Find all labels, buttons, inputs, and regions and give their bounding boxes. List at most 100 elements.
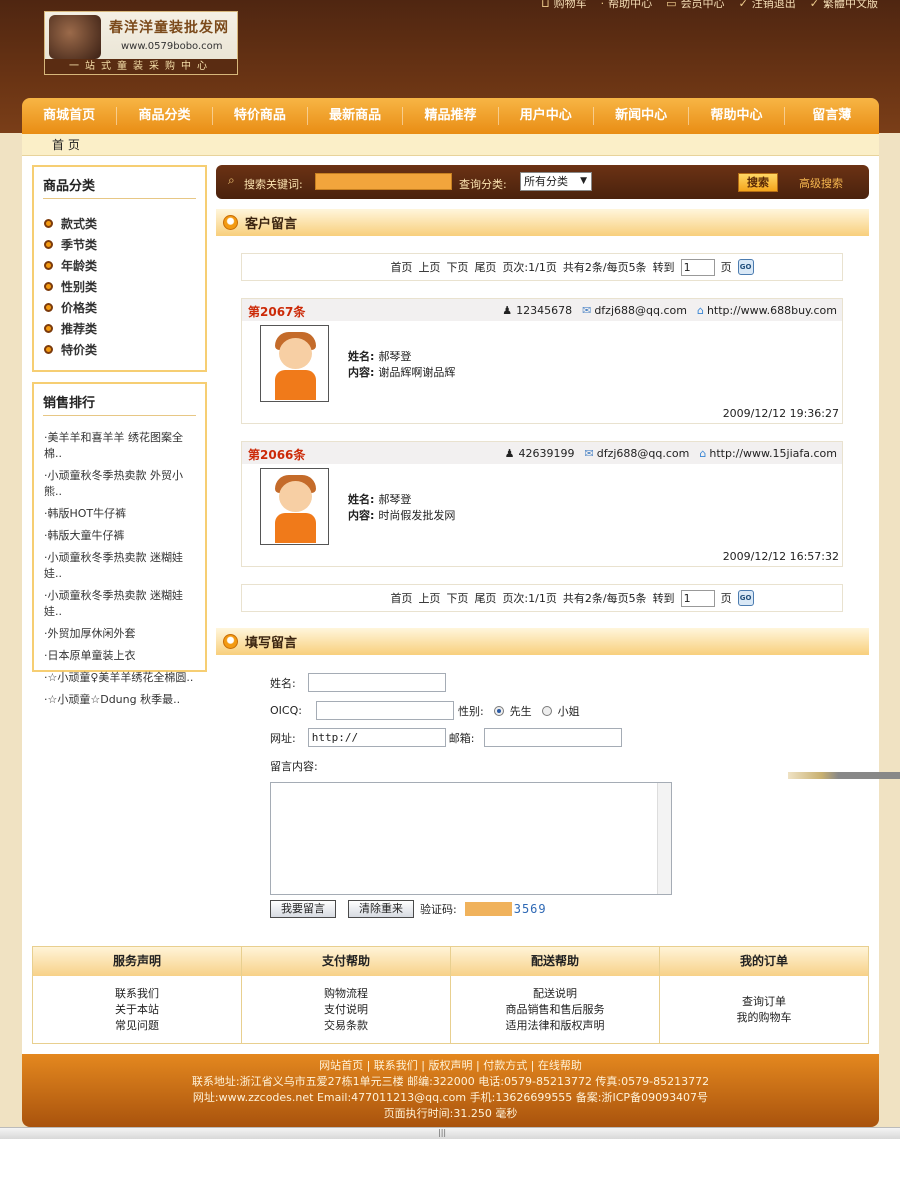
- message-site[interactable]: ⌂ http://www.688buy.com: [697, 304, 837, 317]
- ranking-item[interactable]: ·小顽童秋冬季热卖款 迷糊娃娃..: [44, 550, 199, 582]
- pager-next[interactable]: 下页: [446, 259, 468, 275]
- bullet-icon: [44, 303, 53, 312]
- category-list: 款式类 季节类 年龄类 性别类 价格类 推荐类 特价类: [34, 199, 205, 360]
- nav-user-center[interactable]: 用户中心: [499, 107, 594, 125]
- ranking-item[interactable]: ·☆小顽童♀美羊羊绣花全棉圆..: [44, 670, 199, 686]
- pager-next[interactable]: 下页: [446, 590, 468, 606]
- category-item[interactable]: 款式类: [44, 213, 205, 234]
- ranking-item[interactable]: ·☆小顽童☆Ddung 秋季最..: [44, 692, 199, 708]
- footer-link[interactable]: 支付说明: [324, 1002, 368, 1018]
- footer-column-title: 支付帮助: [242, 947, 450, 976]
- captcha-input[interactable]: [464, 902, 512, 916]
- footer-link[interactable]: 购物流程: [324, 986, 368, 1002]
- gender-female-label: 小姐: [557, 704, 580, 718]
- top-link-member[interactable]: ▭ 会员中心: [666, 0, 724, 11]
- pager-first[interactable]: 首页: [390, 590, 412, 606]
- top-link-cart[interactable]: ⊔ 购物车: [541, 0, 587, 11]
- submit-button[interactable]: 我要留言: [270, 900, 336, 918]
- message-email[interactable]: ✉ dfzj688@qq.com: [582, 304, 687, 317]
- gender-male-radio[interactable]: [493, 705, 504, 716]
- footer-column-title: 服务声明: [33, 947, 241, 976]
- top-link-logout[interactable]: ✓ 注销退出: [739, 0, 796, 11]
- nav-help[interactable]: 帮助中心: [689, 107, 785, 125]
- category-item[interactable]: 价格类: [44, 297, 205, 318]
- logo-slogan: 一站式童装采购中心: [45, 59, 237, 74]
- footer-link[interactable]: 适用法律和版权声明: [506, 1018, 605, 1034]
- category-item[interactable]: 季节类: [44, 234, 205, 255]
- footer-link[interactable]: 交易条款: [324, 1018, 368, 1034]
- nav-new[interactable]: 最新商品: [308, 107, 404, 125]
- content-textarea[interactable]: [270, 782, 672, 895]
- footer-link[interactable]: 联系我们: [115, 986, 159, 1002]
- category-item[interactable]: 推荐类: [44, 318, 205, 339]
- pager-pages: 页次:1/1页: [502, 592, 557, 605]
- message-qq[interactable]: ♟ 12345678: [502, 304, 572, 317]
- search-bar: ⌕ 搜索关键词: 查询分类: 所有分类 ▼ 搜索 高级搜索: [216, 165, 869, 199]
- ranking-item[interactable]: ·美羊羊和喜羊羊 绣花图案全棉..: [44, 430, 199, 462]
- advanced-search-link[interactable]: 高级搜索: [799, 175, 843, 191]
- penguin-icon: ♟: [502, 304, 513, 317]
- message-email[interactable]: ✉ dfzj688@qq.com: [585, 447, 690, 460]
- nav-home[interactable]: 商城首页: [22, 107, 118, 125]
- pager-last[interactable]: 尾页: [474, 259, 496, 275]
- site-input[interactable]: http://: [307, 728, 446, 747]
- ranking-item[interactable]: ·日本原单童装上衣: [44, 648, 199, 664]
- email-input[interactable]: [484, 728, 623, 747]
- footer-address: 联系地址:浙江省义乌市五爱27栋1单元三楼 邮编:322000 电话:0579-…: [191, 1075, 710, 1088]
- category-item[interactable]: 特价类: [44, 339, 205, 360]
- pager-go-button[interactable]: GO: [737, 259, 754, 275]
- message-site[interactable]: ⌂ http://www.15jiafa.com: [699, 447, 837, 460]
- ranking-item[interactable]: ·韩版大童牛仔裤: [44, 528, 199, 544]
- footer-link[interactable]: 配送说明: [533, 986, 577, 1002]
- blank-area: [0, 1139, 900, 1182]
- breadcrumb-home[interactable]: 首 页: [52, 138, 80, 152]
- footer-link[interactable]: 我的购物车: [737, 1010, 792, 1026]
- pager-page-input[interactable]: 1: [680, 258, 715, 276]
- site-logo[interactable]: 春洋洋童装批发网 www.0579bobo.com 一站式童装采购中心: [44, 11, 238, 75]
- penguin-icon: ♟: [504, 447, 515, 460]
- pager-prev[interactable]: 上页: [418, 259, 440, 275]
- name-input[interactable]: [307, 673, 446, 692]
- form-header: 填写留言: [216, 628, 869, 655]
- pager-go-button[interactable]: GO: [737, 590, 754, 606]
- top-link-help[interactable]: · 帮助中心: [601, 0, 653, 11]
- category-item[interactable]: 年龄类: [44, 255, 205, 276]
- footer-link[interactable]: 关于本站: [115, 1002, 159, 1018]
- footer-links-line[interactable]: 网站首页 | 联系我们 | 版权声明 | 付款方式 | 在线帮助: [22, 1058, 879, 1074]
- ranking-item[interactable]: ·外贸加厚休闲外套: [44, 626, 199, 642]
- horizontal-scrollbar[interactable]: |||: [0, 1127, 900, 1139]
- footer-link[interactable]: 查询订单: [742, 994, 786, 1010]
- oicq-input[interactable]: [315, 701, 454, 720]
- gender-female-radio[interactable]: [541, 705, 552, 716]
- ranking-item[interactable]: ·韩版HOT牛仔裤: [44, 506, 199, 522]
- nav-categories[interactable]: 商品分类: [117, 107, 213, 125]
- footer-link[interactable]: 常见问题: [115, 1018, 159, 1034]
- pager-last[interactable]: 尾页: [474, 590, 496, 606]
- search-button[interactable]: 搜索: [738, 173, 778, 192]
- pager-prev[interactable]: 上页: [418, 590, 440, 606]
- message-time: 2009/12/12 19:36:27: [722, 407, 839, 420]
- content-label: 留言内容:: [270, 760, 318, 773]
- nav-specials[interactable]: 特价商品: [213, 107, 308, 125]
- top-link-traditional[interactable]: ✓ 繁體中文版: [810, 0, 878, 11]
- nav-featured[interactable]: 精品推荐: [403, 107, 499, 125]
- category-item[interactable]: 性别类: [44, 276, 205, 297]
- ranking-item[interactable]: ·小顽童秋冬季热卖款 迷糊娃娃..: [44, 588, 199, 620]
- message-number: 第2067条: [248, 305, 306, 319]
- pager-first[interactable]: 首页: [390, 259, 412, 275]
- ranking-list: ·美羊羊和喜羊羊 绣花图案全棉.. ·小顽童秋冬季热卖款 外贸小熊.. ·韩版H…: [34, 416, 205, 708]
- bullet-icon: [44, 324, 53, 333]
- reset-button[interactable]: 清除重来: [348, 900, 414, 918]
- pager-page-input[interactable]: 1: [680, 589, 715, 607]
- search-input[interactable]: [315, 173, 452, 190]
- nav-news[interactable]: 新闻中心: [594, 107, 690, 125]
- ranking-item[interactable]: ·小顽童秋冬季热卖款 外贸小熊..: [44, 468, 199, 500]
- search-keyword-label: 搜索关键词:: [244, 178, 303, 191]
- message-qq[interactable]: ♟ 42639199: [505, 447, 575, 460]
- page-body: 首 页 商品分类 款式类 季节类 年龄类 性别类 价格类 推荐类 特价类 销售排…: [22, 134, 879, 1054]
- search-category-select[interactable]: 所有分类 ▼: [520, 172, 592, 191]
- oicq-label: OICQ:: [270, 704, 302, 717]
- nav-guestbook[interactable]: 留言薄: [785, 107, 879, 125]
- textarea-scrollbar[interactable]: [657, 783, 671, 894]
- footer-link[interactable]: 商品销售和售后服务: [506, 1002, 605, 1018]
